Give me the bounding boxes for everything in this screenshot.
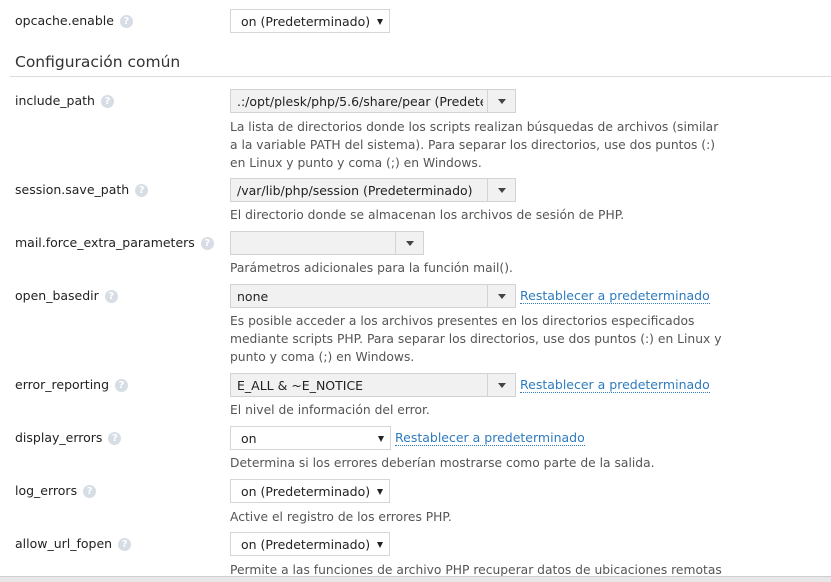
- error-reporting-label: error_reporting?: [15, 377, 129, 392]
- mail-force-extra-parameters-combobox[interactable]: [230, 231, 424, 255]
- chevron-down-icon[interactable]: [487, 90, 515, 112]
- chevron-down-icon[interactable]: [487, 374, 515, 396]
- help-icon[interactable]: ?: [83, 485, 97, 498]
- chevron-down-icon[interactable]: [395, 232, 423, 254]
- opcache-enable-select[interactable]: on (Predeterminado): [230, 9, 390, 33]
- open-basedir-description: Es posible acceder a los archivos presen…: [230, 314, 722, 364]
- help-icon[interactable]: ?: [115, 379, 129, 392]
- help-icon[interactable]: ?: [108, 432, 122, 445]
- allow-url-fopen-select[interactable]: on (Predeterminado): [230, 532, 390, 556]
- error-reporting-combobox[interactable]: E_ALL & ~E_NOTICE: [230, 373, 516, 397]
- mail-force-extra-parameters-description: Parámetros adicionales para la función m…: [230, 261, 513, 275]
- chevron-down-icon[interactable]: [487, 285, 515, 307]
- open-basedir-combobox[interactable]: none: [230, 284, 516, 308]
- log-errors-label: log_errors?: [15, 483, 97, 498]
- chevron-down-icon: [377, 489, 383, 495]
- log-errors-description: Active el registro de los errores PHP.: [230, 510, 452, 524]
- include-path-value: .:/opt/plesk/php/5.6/share/pear (Predete…: [237, 94, 483, 109]
- chevron-down-icon: [377, 542, 383, 548]
- error-reporting-reset-link[interactable]: Restablecer a predeterminado: [520, 377, 710, 393]
- open-basedir-label: open_basedir?: [15, 288, 118, 303]
- session-save-path-label-text: session.save_path: [15, 182, 130, 197]
- help-icon[interactable]: ?: [200, 237, 214, 250]
- section-title: Configuración común: [15, 53, 181, 71]
- log-errors-value: on (Predeterminado): [241, 484, 371, 499]
- help-icon[interactable]: ?: [104, 290, 118, 303]
- display-errors-select[interactable]: on: [230, 426, 391, 450]
- allow-url-fopen-value: on (Predeterminado): [241, 537, 371, 552]
- display-errors-label-text: display_errors: [15, 430, 103, 445]
- chevron-down-icon: [377, 19, 383, 25]
- error-reporting-value: E_ALL & ~E_NOTICE: [237, 378, 364, 393]
- display-errors-value: on: [241, 431, 257, 446]
- open-basedir-reset-link[interactable]: Restablecer a predeterminado: [520, 288, 710, 304]
- error-reporting-label-text: error_reporting: [15, 377, 110, 392]
- chevron-down-icon: [378, 436, 384, 442]
- mail-force-extra-parameters-label: mail.force_extra_parameters?: [15, 235, 214, 250]
- session-save-path-description: El directorio donde se almacenan los arc…: [230, 208, 625, 222]
- include-path-combobox[interactable]: .:/opt/plesk/php/5.6/share/pear (Predete…: [230, 89, 516, 113]
- help-icon[interactable]: ?: [119, 15, 133, 28]
- display-errors-label: display_errors?: [15, 430, 122, 445]
- error-reporting-description: El nivel de información del error.: [230, 403, 430, 417]
- allow-url-fopen-label-text: allow_url_fopen: [15, 536, 113, 551]
- include-path-label: include_path?: [15, 93, 114, 108]
- display-errors-description: Determina si los errores deberían mostra…: [230, 456, 655, 470]
- opcache-enable-value: on (Predeterminado): [241, 14, 371, 29]
- section-divider: [10, 76, 831, 77]
- chevron-down-icon[interactable]: [487, 179, 515, 201]
- opcache-enable-label: opcache.enable?: [15, 13, 133, 28]
- help-icon[interactable]: ?: [135, 184, 149, 197]
- log-errors-select[interactable]: on (Predeterminado): [230, 479, 390, 503]
- include-path-description: La lista de directorios donde los script…: [230, 120, 719, 170]
- session-save-path-combobox[interactable]: /var/lib/php/session (Predeterminado): [230, 178, 516, 202]
- mail-force-extra-parameters-label-text: mail.force_extra_parameters: [15, 235, 195, 250]
- display-errors-reset-link[interactable]: Restablecer a predeterminado: [395, 430, 585, 446]
- include-path-label-text: include_path: [15, 93, 95, 108]
- help-icon[interactable]: ?: [100, 95, 114, 108]
- session-save-path-value: /var/lib/php/session (Predeterminado): [237, 183, 473, 198]
- horizontal-scrollbar[interactable]: [0, 576, 831, 582]
- log-errors-label-text: log_errors: [15, 483, 78, 498]
- open-basedir-value: none: [237, 289, 269, 304]
- open-basedir-label-text: open_basedir: [15, 288, 99, 303]
- allow-url-fopen-label: allow_url_fopen?: [15, 536, 132, 551]
- session-save-path-label: session.save_path?: [15, 182, 149, 197]
- opcache-enable-label-text: opcache.enable: [15, 13, 114, 28]
- help-icon[interactable]: ?: [118, 538, 132, 551]
